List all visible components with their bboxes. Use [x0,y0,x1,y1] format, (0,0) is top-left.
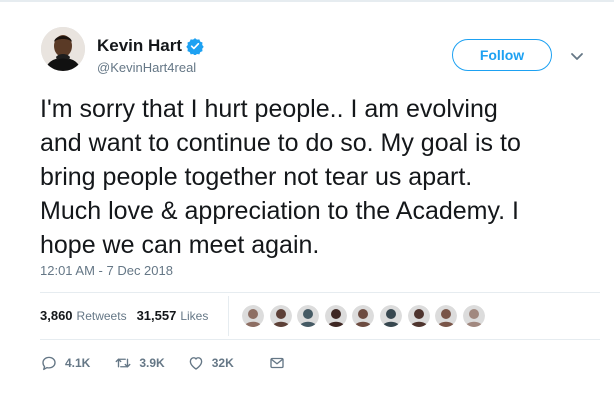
liker-7-avatar[interactable] [407,305,430,327]
retweet-icon [115,358,131,368]
liker-avatars [242,305,490,327]
likes-count: 31,557 [136,308,177,323]
liker-2-avatar[interactable] [269,305,292,327]
retweets-count: 3,860 [40,308,73,323]
retweets-label: Retweets [76,309,127,323]
retweet-button[interactable]: 3.9K [114,354,165,372]
tweet-actions: 4.1K 3.9K 32K [40,354,286,372]
avatar-portrait-icon [41,27,85,71]
liker-4-avatar[interactable] [324,305,347,327]
tweet-stats: 3,860 Retweets 31,557 Likes [40,308,208,323]
reply-button[interactable]: 4.1K [40,354,90,372]
verified-badge-icon [186,37,204,56]
liker-5-avatar[interactable] [352,305,375,327]
direct-message-button[interactable] [268,354,286,372]
tweet-timestamp[interactable]: 12:01 AM - 7 Dec 2018 [40,263,173,278]
liker-8-avatar[interactable] [435,305,458,327]
stats-bottom-divider [40,339,600,340]
envelope-icon [270,357,284,369]
heart-icon [189,357,203,370]
retweet-count: 3.9K [139,356,165,370]
tweet-text: I'm sorry that I hurt people.. I am evol… [40,95,521,259]
author-avatar[interactable] [41,27,85,71]
follow-button[interactable]: Follow [452,39,552,71]
likes-stat[interactable]: 31,557 Likes [137,308,209,323]
stats-top-divider [40,292,600,293]
like-count: 32K [211,356,234,370]
reply-icon [42,356,56,371]
liker-9-avatar[interactable] [462,305,485,327]
retweets-stat[interactable]: 3,860 Retweets [40,308,127,323]
stats-vertical-divider [228,296,229,336]
author-handle[interactable]: @KevinHart4real [97,60,196,75]
liker-1-avatar[interactable] [242,305,264,327]
author-display-name[interactable]: Kevin Hart [97,36,182,56]
tweet-card: Kevin Hart @KevinHart4real Follow I'm so… [0,0,614,409]
author-name-row: Kevin Hart [97,36,204,56]
reply-count: 4.1K [65,356,91,370]
like-button[interactable]: 32K [187,354,234,372]
likes-label: Likes [180,309,209,323]
liker-3-avatar[interactable] [297,305,320,327]
chevron-down-icon[interactable] [569,48,585,64]
liker-6-avatar[interactable] [379,305,402,327]
